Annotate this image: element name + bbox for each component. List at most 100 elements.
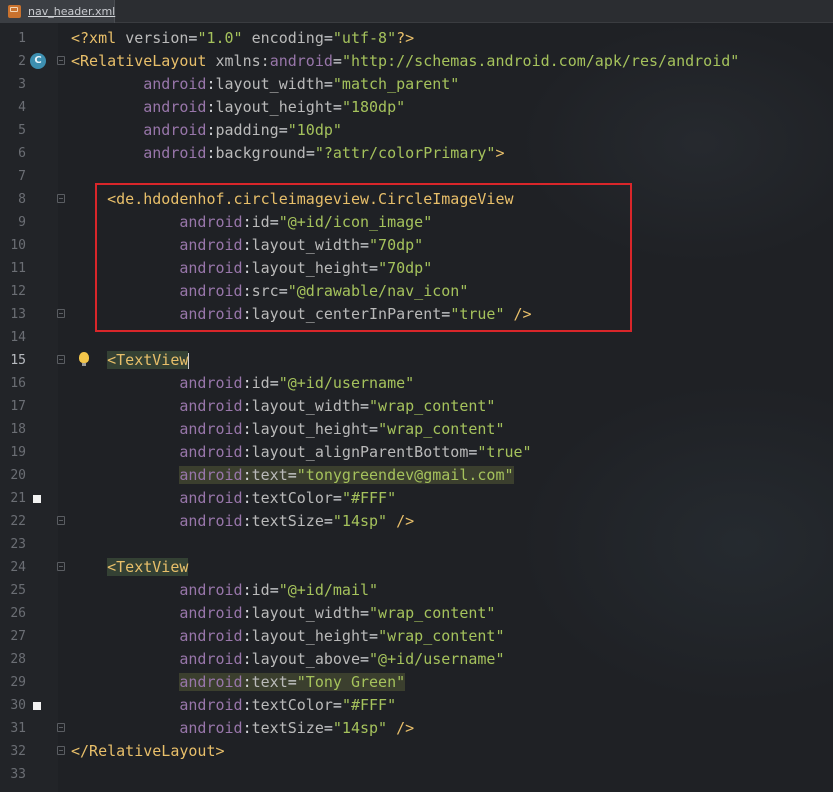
code-line[interactable]: 15 <TextView [0, 349, 833, 372]
code-token: padding [215, 121, 279, 139]
code-token: "70dp" [369, 236, 424, 254]
line-number: 10 [10, 238, 26, 253]
code-token: android [179, 259, 243, 277]
code-token: "http://schemas.android.com/apk/res/andr… [341, 52, 740, 70]
code-token: "wrap_content" [378, 420, 505, 438]
code-line[interactable]: 24 <TextView [0, 556, 833, 579]
code-line[interactable]: 13 android:layout_centerInParent="true" … [0, 303, 833, 326]
code-line[interactable]: 1 <?xml version="1.0" encoding="utf-8"?> [0, 27, 833, 50]
color-swatch-icon[interactable] [33, 702, 41, 710]
code-line[interactable]: 2 C <RelativeLayout xmlns:android="http://… [0, 50, 833, 73]
code-line[interactable]: 19 android:layout_alignParentBottom="tru… [0, 441, 833, 464]
code-line[interactable]: 8 <de.hdodenhof.circleimageview.CircleIm… [0, 188, 833, 211]
code-text: android:layout_width="70dp" [71, 234, 423, 257]
code-line[interactable]: 27 android:layout_height="wrap_content" [0, 625, 833, 648]
code-token: = [369, 420, 379, 438]
code-token: textSize [251, 512, 324, 530]
fold-expand-icon[interactable] [57, 56, 65, 65]
color-swatch-icon[interactable] [33, 495, 41, 503]
tab-nav-header-xml[interactable]: nav_header.xml [0, 0, 115, 23]
code-line[interactable]: 26 android:layout_width="wrap_content" [0, 602, 833, 625]
code-token: id [251, 581, 270, 599]
code-token: android [179, 512, 243, 530]
text-caret [188, 352, 190, 369]
fold-collapse-icon[interactable] [57, 746, 65, 755]
code-line[interactable]: 30 android:textColor="#FFF" [0, 694, 833, 717]
code-line[interactable]: 33 [0, 763, 833, 786]
code-token: > [495, 144, 505, 162]
code-token: : [242, 489, 252, 507]
line-number: 23 [10, 537, 26, 552]
code-line[interactable]: 21 android:textColor="#FFF" [0, 487, 833, 510]
fold-collapse-icon[interactable] [57, 516, 65, 525]
line-number: 12 [10, 284, 26, 299]
class-badge-icon[interactable]: C [30, 53, 46, 69]
code-editor[interactable]: 1 <?xml version="1.0" encoding="utf-8"?> 2… [0, 23, 833, 792]
code-token: text [251, 466, 288, 484]
code-line[interactable]: 4 android:layout_height="180dp" [0, 96, 833, 119]
code-text: <de.hdodenhof.circleimageview.CircleImag… [71, 188, 513, 211]
code-token: android [143, 121, 207, 139]
code-line[interactable]: 20 android:text="tonygreendev@gmail.com" [0, 464, 833, 487]
code-line[interactable]: 10 android:layout_width="70dp" [0, 234, 833, 257]
code-line[interactable]: 9 android:id="@+id/icon_image" [0, 211, 833, 234]
code-line[interactable]: 3 android:layout_width="match_parent" [0, 73, 833, 96]
code-token: = [305, 144, 315, 162]
code-token: = [287, 466, 297, 484]
code-line[interactable]: 14 [0, 326, 833, 349]
code-token: android [179, 420, 243, 438]
code-token: = [369, 627, 379, 645]
code-token: : [206, 144, 216, 162]
code-token: </RelativeLayout> [71, 742, 225, 760]
code-token: "true" [450, 305, 505, 323]
code-token: src [251, 282, 279, 300]
code-token: ?> [396, 29, 415, 47]
code-line[interactable]: 6 android:background="?attr/colorPrimary… [0, 142, 833, 165]
code-token: android [179, 719, 243, 737]
code-token: "?attr/colorPrimary" [314, 144, 496, 162]
code-line[interactable]: 12 android:src="@drawable/nav_icon" [0, 280, 833, 303]
fold-expand-icon[interactable] [57, 562, 65, 571]
code-text: android:id="@+id/username" [71, 372, 414, 395]
code-token: version [125, 29, 189, 47]
code-line[interactable]: 22 android:textSize="14sp" /> [0, 510, 833, 533]
line-number: 26 [10, 606, 26, 621]
code-token: layout_height [251, 420, 370, 438]
code-line[interactable]: 16 android:id="@+id/username" [0, 372, 833, 395]
code-text: android:layout_width="match_parent" [71, 73, 459, 96]
fold-expand-icon[interactable] [57, 355, 65, 364]
code-line[interactable]: 11 android:layout_height="70dp" [0, 257, 833, 280]
fold-expand-icon[interactable] [57, 194, 65, 203]
code-line[interactable]: 32 </RelativeLayout> [0, 740, 833, 763]
code-line[interactable]: 18 android:layout_height="wrap_content" [0, 418, 833, 441]
fold-collapse-icon[interactable] [57, 309, 65, 318]
code-token: : [206, 98, 216, 116]
code-token: "true" [477, 443, 532, 461]
code-line[interactable]: 17 android:layout_width="wrap_content" [0, 395, 833, 418]
code-line[interactable]: 23 [0, 533, 833, 556]
code-token: : [242, 236, 252, 254]
code-token: android [179, 397, 243, 415]
code-line[interactable]: 5 android:padding="10dp" [0, 119, 833, 142]
line-number: 11 [10, 261, 26, 276]
code-token: layout_height [251, 259, 370, 277]
code-token: /> [387, 512, 415, 530]
code-line[interactable]: 28 android:layout_above="@+id/username" [0, 648, 833, 671]
code-line[interactable]: 7 [0, 165, 833, 188]
fold-collapse-icon[interactable] [57, 723, 65, 732]
code-line[interactable]: 29 android:text="Tony Green" [0, 671, 833, 694]
code-line[interactable]: 31 android:textSize="14sp" /> [0, 717, 833, 740]
code-text: android:text="tonygreendev@gmail.com" [71, 464, 514, 487]
code-line[interactable]: 25 android:id="@+id/mail" [0, 579, 833, 602]
line-number: 8 [18, 192, 26, 207]
